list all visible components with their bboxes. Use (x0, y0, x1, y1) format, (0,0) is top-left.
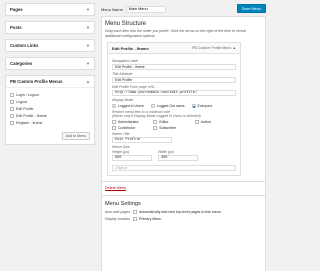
menu-name-bar: Menu Name Save Menu (101, 3, 266, 15)
menu-items-sidebar: Pages ▼ Posts ▼ Custom Links ▼ Categories ▼ … (5, 3, 95, 150)
chevron-up-icon[interactable]: ▲ (232, 46, 236, 50)
role-administrator[interactable]: Administrator (112, 120, 153, 125)
profile-url-input[interactable]: http://www.yourdomain.com/edit-profile/ (112, 90, 236, 97)
accordion-title: Pages (10, 7, 23, 12)
chevron-down-icon[interactable]: ▼ (86, 43, 90, 48)
menu-item-type: PB Custom Profile Menu ▲ (192, 46, 236, 51)
delete-menu-link[interactable]: Delete Menu (105, 186, 262, 190)
accordion-custom-links[interactable]: Custom Links ▼ (5, 39, 95, 52)
menu-item[interactable]: Edit Profile - Iframe PB Custom Profile … (107, 42, 241, 177)
height-input[interactable]: 600 (112, 155, 152, 162)
list-item[interactable]: Logout (10, 98, 90, 105)
accordion-posts[interactable]: Posts ▼ (5, 21, 95, 34)
iframe-title-input[interactable]: Edit Profile (112, 137, 172, 144)
title-attribute-input[interactable]: Edit Profile (112, 77, 236, 84)
checkbox[interactable] (10, 99, 14, 104)
chevron-up-icon[interactable]: ▲ (86, 79, 90, 84)
display-location-row: Display location Primary Menu (105, 217, 262, 222)
navigation-label-input[interactable]: Edit Profile - iframe (112, 64, 236, 71)
setting-label: Auto add pages (105, 210, 131, 215)
radio-everyone[interactable]: Everyone (191, 104, 212, 109)
radio-logged-out[interactable]: Logged Out users (150, 104, 185, 109)
width-input[interactable]: 300 (158, 155, 198, 162)
list-item-label: Logout (16, 99, 27, 104)
menu-item-title: Edit Profile - Iframe (112, 45, 149, 51)
settings-title: Menu Settings (105, 201, 141, 208)
field-note: (Works only if Display Mode Logged In Us… (112, 114, 201, 119)
field-label: Navigation Label (112, 59, 139, 64)
section-description: Drag each item into the order you prefer… (105, 29, 246, 38)
role-editor[interactable]: Editor (153, 120, 194, 125)
auto-add-checkbox[interactable] (133, 210, 137, 215)
role-checkboxes: Administrator Editor Author Contributor … (112, 120, 236, 131)
accordion-categories[interactable]: Categories ▼ (5, 57, 95, 70)
chevron-down-icon[interactable]: ▼ (86, 7, 90, 12)
iframe-size-group: Height (px) 600 Width (px) 300 (112, 150, 236, 162)
list-item-label: Edit Profile (16, 106, 34, 111)
role-subscriber[interactable]: Subscriber (153, 126, 194, 131)
checkbox[interactable] (10, 106, 14, 111)
list-item[interactable]: Register - iframe (10, 119, 90, 126)
display-mode-group: Logged In Users Logged Out users Everyon… (112, 104, 236, 109)
accordion-pages[interactable]: Pages ▼ (5, 3, 95, 16)
field-label: Iframe Title (112, 132, 130, 137)
primary-menu-checkbox[interactable] (133, 217, 137, 222)
menu-name-label: Menu Name (101, 6, 123, 12)
add-to-menu-button[interactable]: Add to Menu (61, 132, 90, 140)
role-author[interactable]: Author (194, 120, 236, 125)
list-item[interactable]: Login / Logout (10, 91, 90, 98)
save-menu-button[interactable]: Save Menu (236, 4, 266, 13)
field-label: Height (px) (112, 150, 130, 155)
field-label: Iframe Size (112, 145, 130, 150)
checkbox[interactable] (10, 113, 14, 118)
divider (102, 195, 265, 197)
accordion-pb-custom-profile-menus[interactable]: PB Custom Profile Menus ▲ Login / Logout … (5, 75, 95, 145)
chevron-down-icon[interactable]: ▼ (86, 25, 90, 30)
accordion-title: Categories (10, 61, 33, 66)
role-contributor[interactable]: Contributor (112, 126, 153, 131)
original-input[interactable]: Original (112, 165, 236, 172)
menu-name-input[interactable] (125, 5, 166, 13)
auto-add-row: Auto add pages Automatically add new top… (105, 210, 262, 215)
setting-text: Primary Menu (139, 217, 162, 222)
list-item[interactable]: Edit Profile (10, 105, 90, 112)
accordion-title: Custom Links (10, 43, 39, 48)
setting-text: Automatically add new top-level pages to… (139, 210, 221, 215)
list-item-label: Edit Profile - Iframe (16, 113, 47, 118)
radio-logged-in[interactable]: Logged In Users (112, 104, 144, 109)
list-item-label: Register - iframe (16, 120, 43, 125)
section-title: Menu Structure (105, 21, 147, 27)
accordion-title: PB Custom Profile Menus (10, 79, 63, 84)
list-item[interactable]: Edit Profile - Iframe (10, 112, 90, 119)
list-item-label: Login / Logout (16, 92, 39, 97)
checkbox[interactable] (10, 120, 14, 125)
setting-label: Display location (105, 217, 131, 222)
field-label: Title Attribute (112, 72, 133, 77)
field-label: Edit Profile Form page URL (112, 85, 155, 90)
chevron-down-icon[interactable]: ▼ (86, 61, 90, 66)
accordion-title: Posts (10, 25, 22, 30)
field-label: Display Mode (112, 98, 134, 103)
divider (102, 181, 265, 183)
checkbox[interactable] (10, 92, 14, 97)
menu-structure-panel: Menu Structure Drag each item into the o… (101, 16, 266, 271)
field-label: Width (px) (158, 150, 174, 155)
menu-item-header[interactable]: Edit Profile - Iframe PB Custom Profile … (108, 43, 240, 55)
